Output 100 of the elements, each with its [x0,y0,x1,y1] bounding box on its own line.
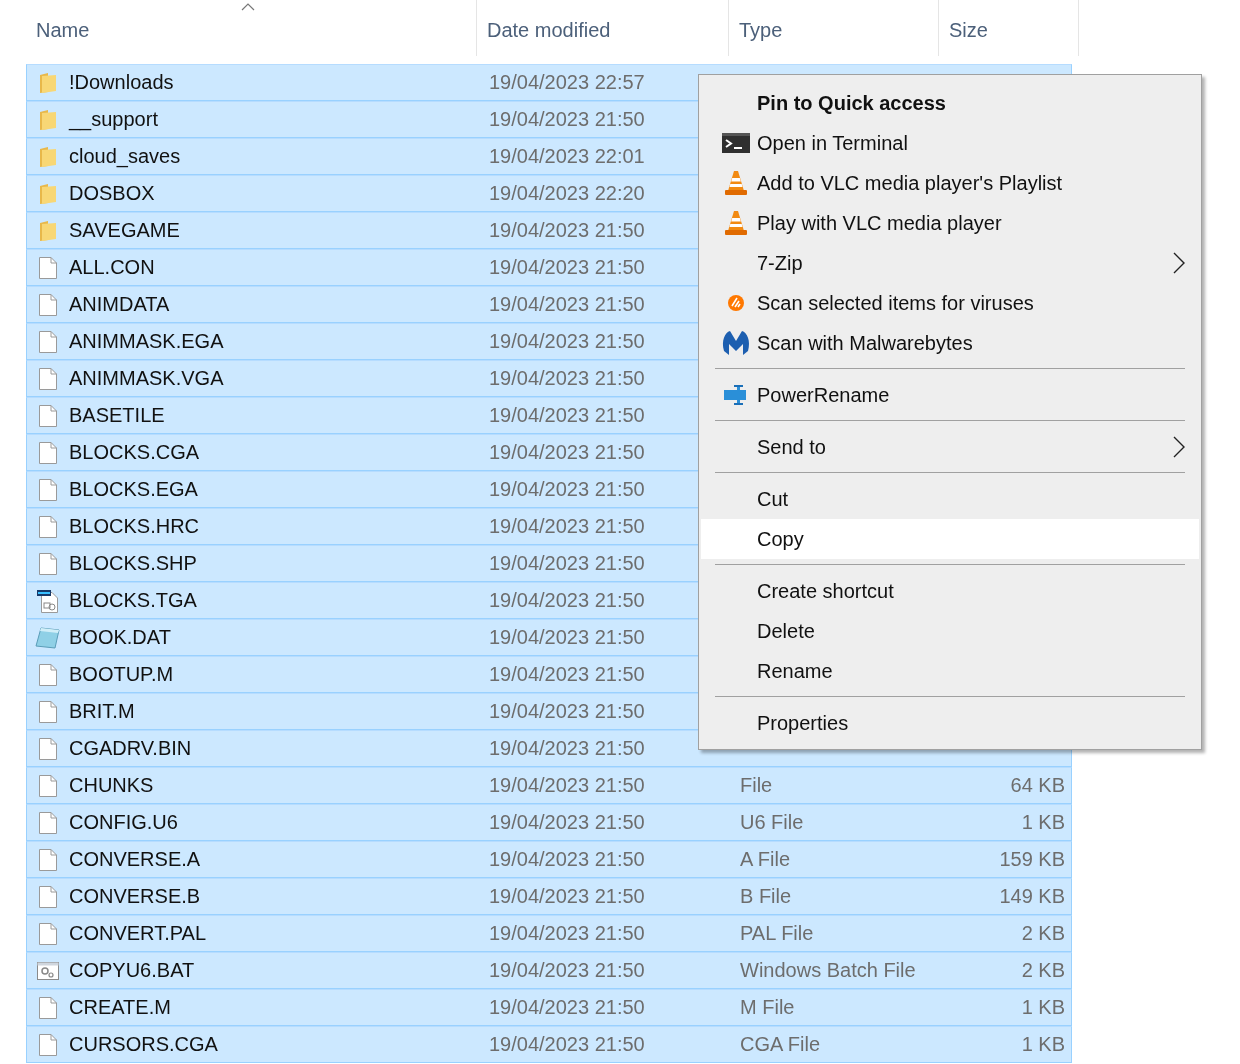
file-name: cloud_saves [69,145,182,168]
file-name: BRIT.M [69,700,136,723]
date-modified: 19/04/2023 21:50 [489,404,645,427]
file-name: CONVERSE.A [69,848,202,871]
file-type: B File [740,885,792,908]
date-modified: 19/04/2023 21:50 [489,996,645,1019]
file-size: 64 KB [1010,774,1065,797]
file-size: 2 KB [1021,959,1065,982]
traffic-cone-icon [724,170,748,196]
file-name: ANIMDATA [69,293,171,316]
file-size: 1 KB [1021,1033,1065,1056]
m-logo-icon [721,329,751,357]
file-name: SAVEGAME [69,219,181,242]
file-row[interactable]: CONVERSE.A 19/04/2023 21:50 A File 159 KB [26,841,1072,878]
date-modified: 19/04/2023 21:50 [489,959,645,982]
date-modified: 19/04/2023 22:01 [489,145,645,168]
date-modified: 19/04/2023 22:57 [489,71,645,94]
file-size: 1 KB [1021,996,1065,1019]
date-modified: 19/04/2023 21:50 [489,589,645,612]
file-icon [38,477,58,502]
date-modified: 19/04/2023 21:50 [489,774,645,797]
folder-icon [38,219,58,242]
file-icon [38,366,58,391]
file-row[interactable]: CHUNKS 19/04/2023 21:50 File 64 KB [26,767,1072,804]
image-file-icon [36,588,60,613]
file-size: 1 KB [1021,811,1065,834]
file-row[interactable]: CREATE.M 19/04/2023 21:50 M File 1 KB [26,989,1072,1026]
column-header[interactable]: Type [729,14,793,46]
file-name: DOSBOX [69,182,156,205]
file-name: CREATE.M [69,996,172,1019]
traffic-cone-icon [724,210,748,236]
settings-file-icon [36,960,60,981]
date-modified: 19/04/2023 21:50 [489,1033,645,1056]
file-type: File [740,774,773,797]
date-modified: 19/04/2023 21:50 [489,108,645,131]
file-name: BLOCKS.EGA [69,478,199,501]
file-size: 159 KB [999,848,1065,871]
chevron-right-icon [1173,252,1185,274]
file-name: COPYU6.BAT [69,959,196,982]
date-modified: 19/04/2023 21:50 [489,700,645,723]
file-name: BOOTUP.M [69,663,175,686]
file-row[interactable]: CURSORS.CGA 19/04/2023 21:50 CGA File 1 KB [26,1026,1072,1063]
file-name: ANIMMASK.VGA [69,367,225,390]
file-icon [38,440,58,465]
file-icon [38,995,58,1020]
date-modified: 19/04/2023 21:50 [489,256,645,279]
column-header[interactable]: Size [939,14,998,46]
file-row[interactable]: COPYU6.BAT 19/04/2023 21:50 Windows Batch File 2 KB [26,952,1072,989]
file-name: BLOCKS.HRC [69,515,201,538]
date-modified: 19/04/2023 21:50 [489,515,645,538]
file-icon [38,403,58,428]
date-modified: 19/04/2023 21:50 [489,663,645,686]
file-name: BLOCKS.CGA [69,441,201,464]
date-modified: 19/04/2023 22:20 [489,182,645,205]
date-modified: 19/04/2023 21:50 [489,848,645,871]
file-icon [38,773,58,798]
file-name: !Downloads [69,71,175,94]
file-name: CHUNKS [69,774,155,797]
file-icon [38,292,58,317]
antivirus-icon [727,294,745,312]
file-name: CONVERSE.B [69,885,202,908]
file-type: A File [740,848,791,871]
file-name: BOOK.DAT [69,626,172,649]
date-modified: 19/04/2023 21:50 [489,885,645,908]
file-icon [38,662,58,687]
date-modified: 19/04/2023 21:50 [489,330,645,353]
file-name: CONFIG.U6 [69,811,179,834]
date-modified: 19/04/2023 21:50 [489,367,645,390]
file-name: BLOCKS.SHP [69,552,198,575]
file-type: Windows Batch File [740,959,916,982]
menu-item[interactable]: Copy [701,519,1199,559]
date-modified: 19/04/2023 21:50 [489,293,645,316]
file-icon [38,810,58,835]
file-row[interactable]: CONVERT.PAL 19/04/2023 21:50 PAL File 2 KB [26,915,1072,952]
date-modified: 19/04/2023 21:50 [489,737,645,760]
file-icon [38,329,58,354]
file-name: CONVERT.PAL [69,922,208,945]
file-icon [38,551,58,576]
date-modified: 19/04/2023 21:50 [489,478,645,501]
file-icon [38,699,58,724]
folder-icon [38,145,58,168]
date-modified: 19/04/2023 21:50 [489,219,645,242]
file-size: 2 KB [1021,922,1065,945]
file-icon [38,514,58,539]
terminal-icon [722,133,750,153]
file-row[interactable]: CONFIG.U6 19/04/2023 21:50 U6 File 1 KB [26,804,1072,841]
file-name: ANIMMASK.EGA [69,330,225,353]
folder-icon [38,108,58,131]
file-row[interactable]: CONVERSE.B 19/04/2023 21:50 B File 149 KB [26,878,1072,915]
folder-icon [38,182,58,205]
file-icon [38,847,58,872]
date-modified: 19/04/2023 21:50 [489,552,645,575]
file-type: U6 File [740,811,804,834]
file-type: PAL File [740,922,814,945]
column-header[interactable]: Date modified [477,14,621,46]
file-icon [38,921,58,946]
column-header[interactable]: Name [26,14,100,46]
file-icon [38,255,58,280]
chevron-right-icon [1173,436,1185,458]
date-modified: 19/04/2023 21:50 [489,441,645,464]
